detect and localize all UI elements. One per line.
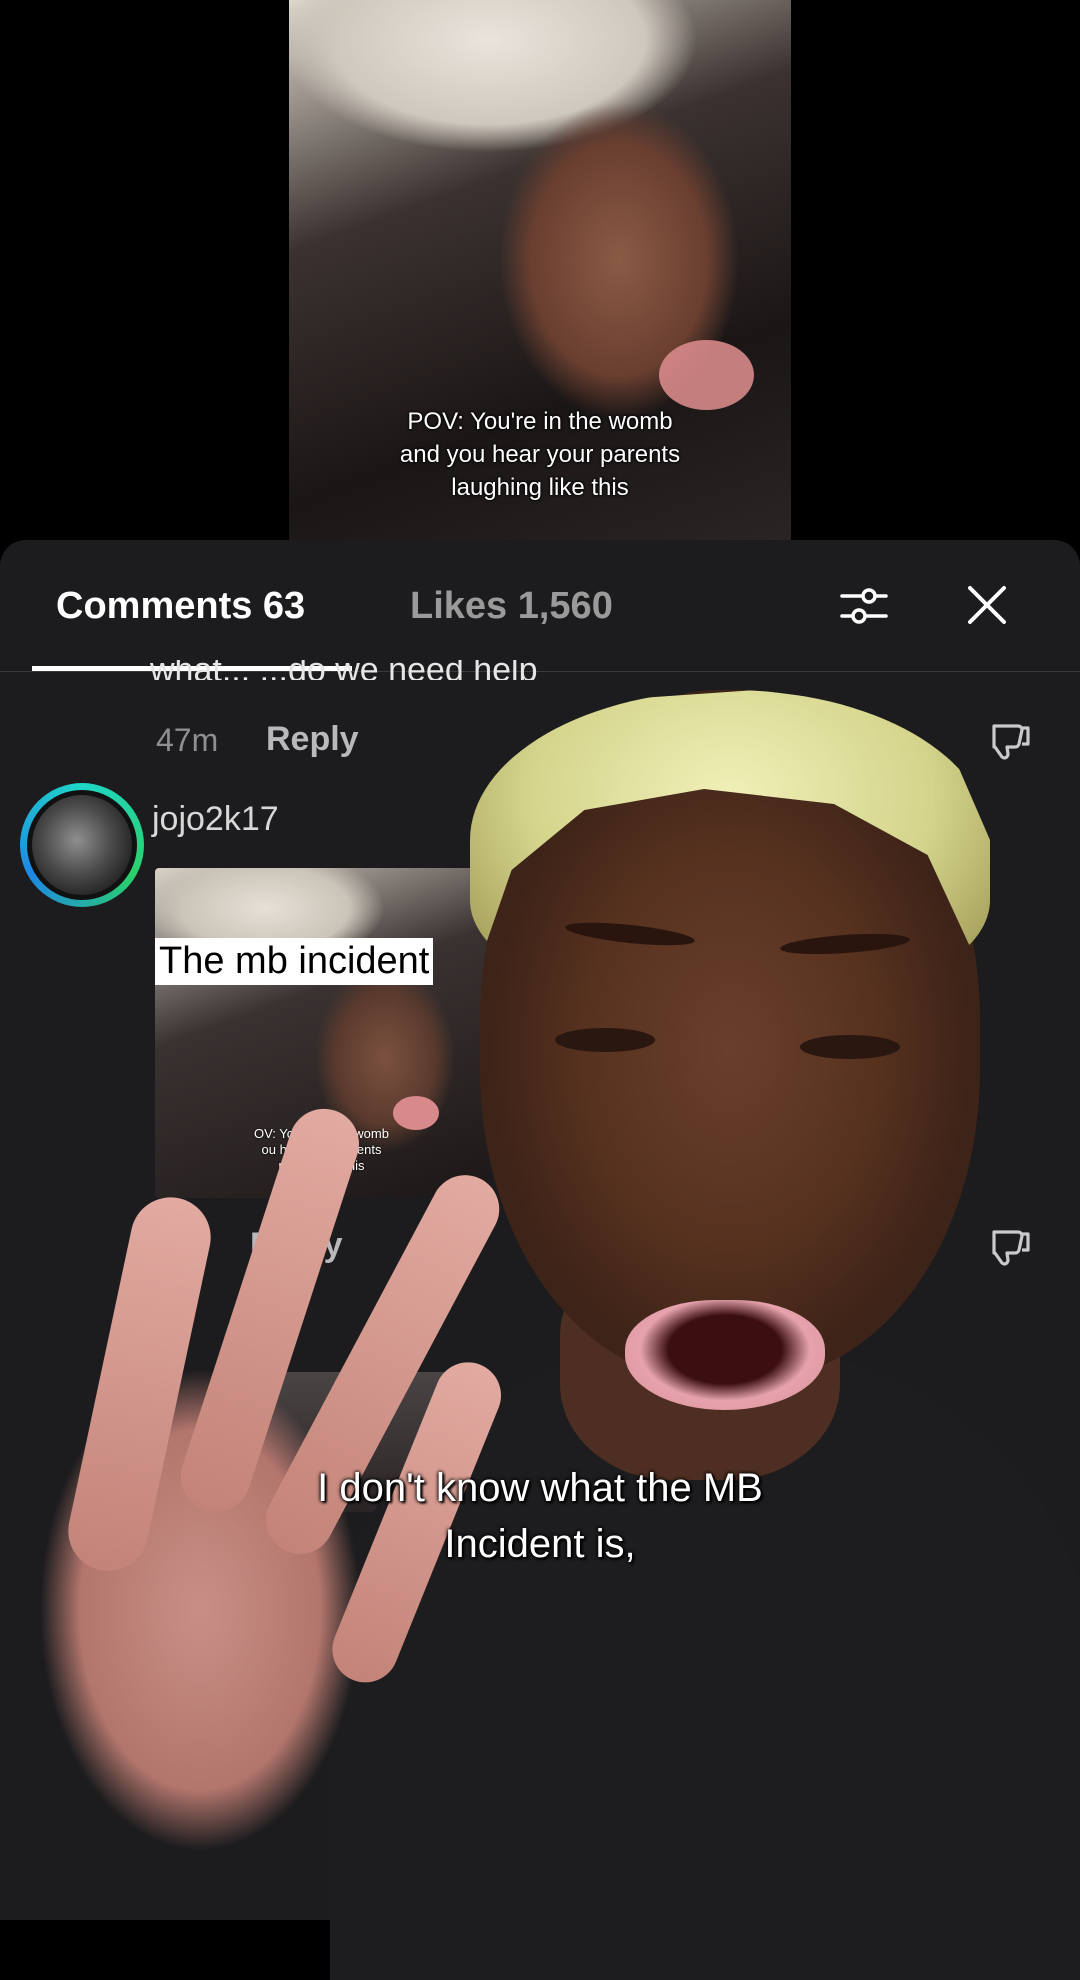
video-caption: POV: You're in the womb and you hear you… [289,405,791,504]
dislike-icon[interactable] [988,1224,1034,1270]
video-caption-line: and you hear your parents [399,441,681,468]
avatar-image [27,790,137,900]
comment-timestamp: 47m [156,722,219,758]
reply-button[interactable]: Reply [266,720,359,759]
dislike-icon[interactable] [988,718,1034,764]
comment-image-caption-line: ughing like this [278,1158,365,1173]
comment-image-caption-line: ou hear your parents [261,1142,382,1157]
video-caption-line: POV: You're in the womb [407,408,673,435]
background-video[interactable]: POV: You're in the womb and you hear you… [289,0,791,540]
tab-likes[interactable]: Likes 1,560 [410,585,613,628]
comment-like-count: 1 [868,722,886,758]
comment-image-title: The mb incident [155,938,434,985]
filter-icon[interactable] [838,580,890,632]
video-caption-line: laughing like this [451,474,629,501]
comment-image-caption: OV: You're in the womb ou hear your pare… [155,1126,488,1174]
close-icon[interactable] [962,580,1012,630]
comment-image-caption-line: OV: You're in the womb [254,1126,389,1141]
reply-button[interactable]: Reply [250,1226,343,1265]
comments-sheet: Comments 63 Likes 1,560 what... ...do we… [0,540,1080,1920]
tab-comments[interactable]: Comments 63 [56,585,305,628]
comment-image[interactable]: The mb incident OV: You're in the womb o… [155,868,488,1198]
video-face-mouth [659,340,754,410]
comments-tab-bar: Comments 63 Likes 1,560 [0,540,1080,671]
avatar[interactable] [20,783,144,907]
comment-username[interactable]: jojo2k17 [152,800,279,839]
comment-image-mouth [393,1096,439,1130]
comment-text: what... ...do we need help [150,660,538,680]
comment-image[interactable] [250,1372,488,1512]
